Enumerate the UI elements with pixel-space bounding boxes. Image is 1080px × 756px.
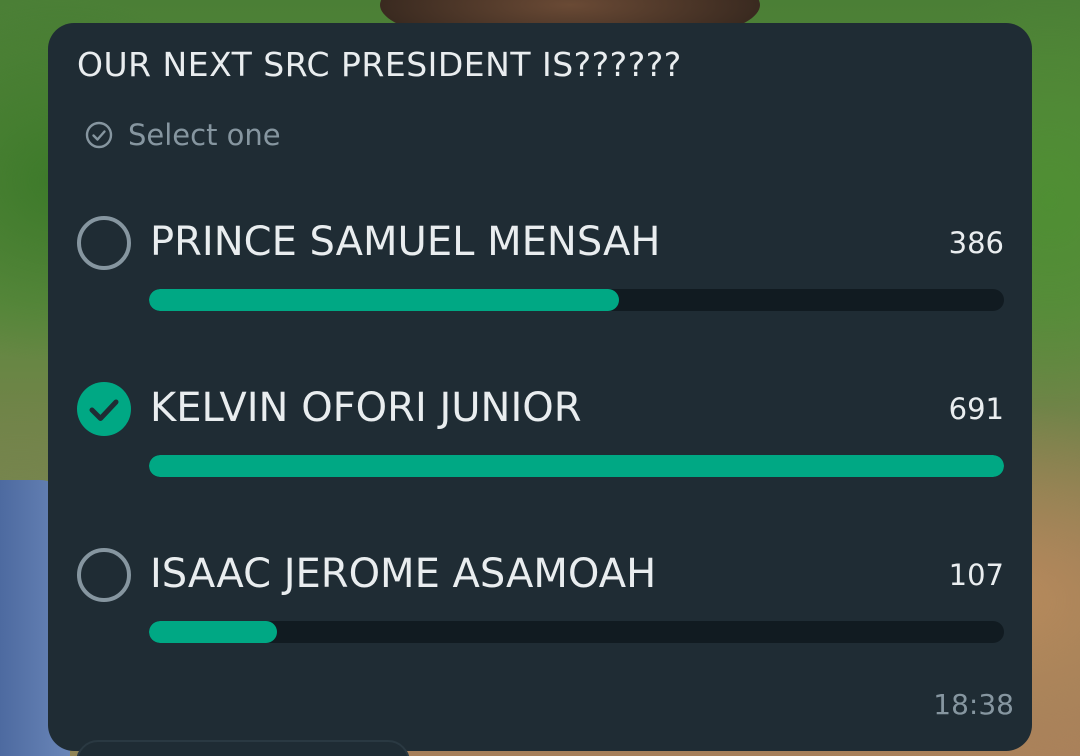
vote-progress-fill	[149, 289, 620, 311]
vote-progress-track	[149, 289, 1004, 311]
poll-option[interactable]: KELVIN OFORI JUNIOR 691	[76, 379, 1004, 489]
select-hint: Select one	[84, 118, 281, 152]
vote-progress-track	[149, 455, 1004, 477]
view-votes-button[interactable]	[76, 740, 410, 756]
message-timestamp: 18:38	[933, 688, 1014, 721]
poll-question: OUR NEXT SRC PRESIDENT IS??????	[77, 45, 682, 84]
poll-option-vote-count[interactable]: 107	[949, 555, 1004, 595]
poll-option-vote-count[interactable]: 386	[949, 223, 1004, 263]
poll-option[interactable]: PRINCE SAMUEL MENSAH 386	[76, 213, 1004, 323]
poll-option[interactable]: ISAAC JEROME ASAMOAH 107	[76, 545, 1004, 655]
vote-progress-fill	[149, 455, 1004, 477]
poll-message-card[interactable]: OUR NEXT SRC PRESIDENT IS?????? Select o…	[48, 23, 1032, 751]
select-hint-label: Select one	[128, 118, 281, 152]
vote-progress-fill	[149, 621, 278, 643]
poll-option-label: ISAAC JEROME ASAMOAH	[150, 551, 657, 597]
radio-unselected-icon[interactable]	[76, 215, 132, 271]
radio-selected-check-icon[interactable]	[76, 381, 132, 437]
poll-option-label: PRINCE SAMUEL MENSAH	[150, 219, 661, 265]
poll-option-vote-count[interactable]: 691	[949, 389, 1004, 429]
radio-unselected-icon[interactable]	[76, 547, 132, 603]
vote-progress-track	[149, 621, 1004, 643]
poll-option-label: KELVIN OFORI JUNIOR	[150, 385, 582, 431]
check-circle-icon	[84, 120, 114, 150]
